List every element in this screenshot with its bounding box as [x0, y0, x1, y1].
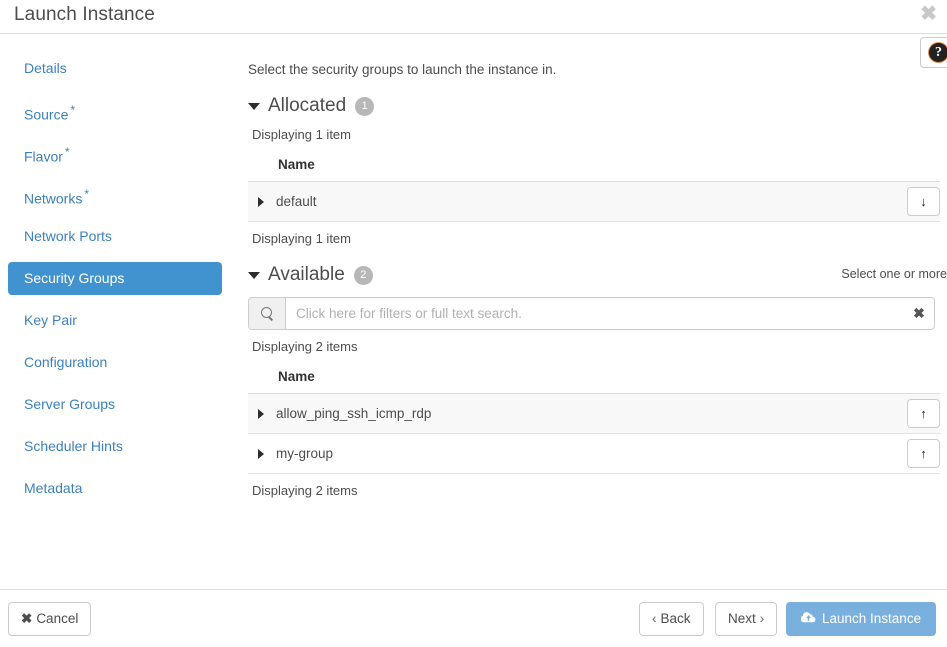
chevron-down-icon[interactable] [248, 103, 260, 110]
column-header-name: Name [248, 365, 870, 394]
clear-search-icon[interactable]: ✖ [904, 298, 934, 329]
cancel-button[interactable]: ✖ Cancel [8, 602, 91, 636]
allocate-button[interactable]: ↑ [907, 439, 940, 468]
chevron-right-icon: › [760, 611, 765, 626]
cell-action: ↑ [870, 394, 940, 434]
required-marker: * [65, 145, 70, 159]
next-button[interactable]: Next › [715, 602, 777, 636]
sidebar-item-label: Configuration [24, 354, 107, 370]
sidebar-item-label: Source [24, 107, 68, 123]
sidebar-item-label: Metadata [24, 480, 82, 496]
available-table: Name allow_ping_ssh_icmp_rdp ↑ [248, 365, 940, 474]
table-header-row: Name [248, 153, 940, 182]
cell-action: ↓ [870, 182, 940, 222]
chevron-right-icon[interactable] [258, 197, 264, 207]
sidebar-item-source[interactable]: Source* [8, 94, 222, 127]
cell-name: allow_ping_ssh_icmp_rdp [248, 394, 870, 434]
security-group-name: allow_ping_ssh_icmp_rdp [276, 406, 431, 421]
cell-name: default [248, 182, 870, 222]
launch-instance-wizard: Launch Instance ✖ ? Details Source* Flav… [0, 0, 947, 647]
sidebar-item-flavor[interactable]: Flavor* [8, 136, 222, 169]
sidebar-item-server-groups[interactable]: Server Groups [8, 388, 222, 421]
sidebar-item-metadata[interactable]: Metadata [8, 472, 222, 505]
wizard-footer: ✖ Cancel ‹ Back Next › Launch Instance [0, 589, 947, 647]
sidebar-item-label: Scheduler Hints [24, 438, 123, 454]
allocated-displaying-top: Displaying 1 item [252, 126, 947, 144]
sidebar-item-label: Key Pair [24, 312, 77, 328]
sidebar-item-label: Network Ports [24, 228, 112, 244]
sidebar-item-scheduler-hints[interactable]: Scheduler Hints [8, 430, 222, 463]
sidebar-item-configuration[interactable]: Configuration [8, 346, 222, 379]
page-title: Launch Instance [14, 4, 155, 26]
allocated-count-badge: 1 [355, 97, 374, 116]
chevron-right-icon[interactable] [258, 449, 264, 459]
launch-label: Launch Instance [822, 611, 921, 626]
sidebar-item-key-pair[interactable]: Key Pair [8, 304, 222, 337]
search-input[interactable] [286, 298, 904, 329]
allocated-section-header: Allocated 1 [248, 94, 947, 118]
allocated-displaying-bottom: Displaying 1 item [252, 230, 947, 248]
chevron-left-icon: ‹ [652, 611, 657, 626]
table-row[interactable]: my-group ↑ [248, 434, 940, 474]
cancel-label: Cancel [36, 611, 78, 626]
available-count-badge: 2 [354, 266, 373, 285]
security-group-name: my-group [276, 446, 333, 461]
security-groups-panel: Select the security groups to launch the… [248, 52, 947, 500]
available-hint: Select one or more [841, 267, 947, 281]
column-header-action [870, 153, 940, 182]
cloud-upload-icon [801, 604, 816, 636]
available-section-header: Available 2 Select one or more [248, 263, 947, 287]
chevron-down-icon[interactable] [248, 272, 260, 279]
chevron-right-icon[interactable] [258, 409, 264, 419]
available-title: Available [268, 264, 345, 286]
sidebar-item-label: Networks [24, 191, 82, 207]
panel-description: Select the security groups to launch the… [248, 61, 947, 79]
allocated-title: Allocated [268, 95, 346, 117]
search-bar: ✖ [248, 297, 935, 330]
table-row[interactable]: default ↓ [248, 182, 940, 222]
cell-name: my-group [248, 434, 870, 474]
sidebar-item-network-ports[interactable]: Network Ports [8, 220, 222, 253]
sidebar-item-details[interactable]: Details [8, 52, 222, 85]
modal-header: Launch Instance ✖ [0, 0, 947, 34]
allocate-button[interactable]: ↑ [907, 399, 940, 428]
search-icon [261, 307, 274, 320]
table-header-row: Name [248, 365, 940, 394]
column-header-action [870, 365, 940, 394]
column-header-name: Name [248, 153, 870, 182]
back-label: Back [661, 611, 691, 626]
table-row[interactable]: allow_ping_ssh_icmp_rdp ↑ [248, 394, 940, 434]
required-marker: * [84, 187, 89, 201]
sidebar-item-label: Details [24, 60, 67, 76]
sidebar-item-label: Server Groups [24, 396, 115, 412]
available-displaying-bottom: Displaying 2 items [252, 482, 947, 500]
launch-instance-button[interactable]: Launch Instance [786, 602, 936, 636]
back-button[interactable]: ‹ Back [639, 602, 704, 636]
security-group-name: default [276, 194, 317, 209]
close-icon[interactable]: ✖ [920, 4, 937, 24]
allocated-table: Name default ↓ [248, 153, 940, 222]
close-icon: ✖ [21, 611, 32, 626]
required-marker: * [70, 103, 75, 117]
wizard-step-nav: Details Source* Flavor* Networks* Networ… [0, 52, 230, 505]
sidebar-item-label: Security Groups [24, 270, 124, 286]
sidebar-item-label: Flavor [24, 149, 63, 165]
next-label: Next [728, 611, 756, 626]
sidebar-item-networks[interactable]: Networks* [8, 178, 222, 211]
search-icon-button[interactable] [249, 298, 286, 329]
available-displaying-top: Displaying 2 items [252, 338, 947, 356]
sidebar-item-security-groups[interactable]: Security Groups [8, 262, 222, 295]
cell-action: ↑ [870, 434, 940, 474]
deallocate-button[interactable]: ↓ [907, 187, 940, 216]
